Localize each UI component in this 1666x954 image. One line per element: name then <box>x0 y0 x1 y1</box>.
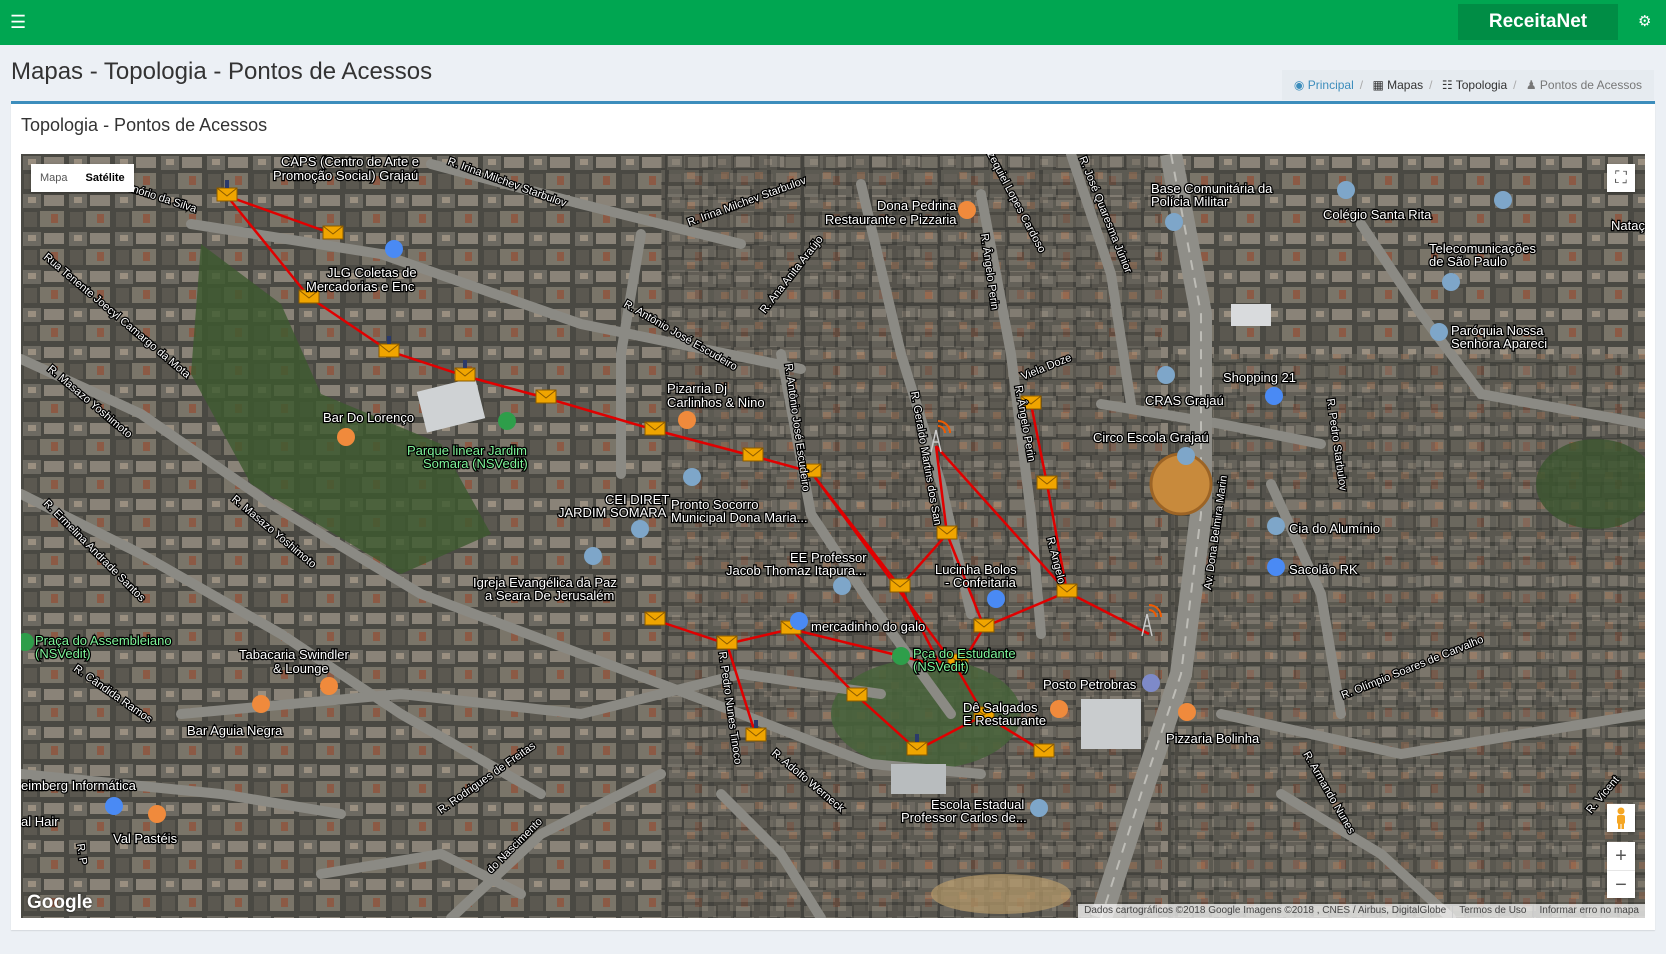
fullscreen-icon[interactable]: ⛶ <box>1607 164 1635 192</box>
breadcrumb-topologia[interactable]: ☷ Topologia <box>1442 78 1507 92</box>
svg-text:Professor Carlos de...: Professor Carlos de... <box>901 810 1027 825</box>
map-type-control: Mapa Satélite <box>31 164 134 192</box>
svg-text:Natação Flo: Natação Flo <box>1611 218 1645 233</box>
svg-text:Dona Pedrina: Dona Pedrina <box>877 198 957 213</box>
svg-text:Municipal Dona Maria...: Municipal Dona Maria... <box>671 510 808 525</box>
svg-text:Shopping 21: Shopping 21 <box>1223 370 1296 385</box>
satellite-map[interactable]: CAPS (Centro de Arte e Promoção Social) … <box>21 154 1645 918</box>
breadcrumb-principal[interactable]: ◉ Principal <box>1294 78 1354 92</box>
svg-text:Sacolão RK: Sacolão RK <box>1289 562 1358 577</box>
svg-text:al Hair: al Hair <box>21 814 59 829</box>
svg-text:Posto Petrobras: Posto Petrobras <box>1043 677 1137 692</box>
pegman-icon[interactable] <box>1607 804 1635 832</box>
svg-text:Promoção Social) Grajaú: Promoção Social) Grajaú <box>273 168 418 183</box>
svg-text:E Restaurante: E Restaurante <box>963 713 1046 728</box>
attribution-text: Dados cartográficos ©2018 Google Imagens… <box>1084 905 1447 916</box>
svg-text:Circo Escola Grajaú: Circo Escola Grajaú <box>1093 430 1209 445</box>
user-icon: ♟ <box>1525 78 1537 92</box>
zoom-out-button[interactable]: − <box>1607 871 1635 899</box>
svg-text:Tabacaria Swindler: Tabacaria Swindler <box>239 647 350 662</box>
svg-text:Mercadorias e Enc: Mercadorias e Enc <box>306 279 415 294</box>
topology-box: Topologia - Pontos de Acessos CAPS (Cent… <box>11 101 1655 930</box>
report-error-link[interactable]: Informar erro no mapa <box>1532 904 1646 918</box>
dashboard-icon: ◉ <box>1293 78 1305 92</box>
svg-text:Carlinhos & Nino: Carlinhos & Nino <box>667 395 765 410</box>
svg-text:de São Paulo: de São Paulo <box>1429 254 1507 269</box>
box-title: Topologia - Pontos de Acessos <box>21 115 268 135</box>
map-type-mapa[interactable]: Mapa <box>31 164 77 192</box>
top-navbar: ☰ ReceitaNet ⚙ <box>0 0 1666 45</box>
breadcrumb-topologia-label: Topologia <box>1455 78 1508 92</box>
svg-text:(NSVedit): (NSVedit) <box>35 646 91 661</box>
breadcrumb-mapas[interactable]: ▦ Mapas <box>1372 78 1423 92</box>
svg-text:CAPS (Centro de Arte e: CAPS (Centro de Arte e <box>281 154 419 169</box>
svg-text:mercadinho do galo: mercadinho do galo <box>811 619 925 634</box>
map-attribution: Dados cartográficos ©2018 Google Imagens… <box>1078 904 1645 918</box>
svg-text:Cia do Alumínio: Cia do Alumínio <box>1289 521 1380 536</box>
svg-text:Colégio Santa Rita: Colégio Santa Rita <box>1323 207 1432 222</box>
svg-text:Jacob Thomaz Itapura...: Jacob Thomaz Itapura... <box>726 563 866 578</box>
svg-text:Restaurante e Pizzaria: Restaurante e Pizzaria <box>825 212 957 227</box>
svg-text:Val Pastéis: Val Pastéis <box>113 831 178 846</box>
map-type-satelite[interactable]: Satélite <box>77 164 134 192</box>
breadcrumb-current-label: Pontos de Acessos <box>1539 78 1642 92</box>
svg-text:Somara (NSVedit): Somara (NSVedit) <box>423 456 528 471</box>
brand-logo[interactable]: ReceitaNet <box>1458 4 1618 40</box>
svg-text:Bar Do Lorenço: Bar Do Lorenço <box>323 410 414 425</box>
svg-text:- Confeitaria: - Confeitaria <box>945 575 1017 590</box>
svg-text:Bar Aguia Negra: Bar Aguia Negra <box>187 723 283 738</box>
breadcrumb: ◉ Principal / ▦ Mapas / ☷ Topologia / ♟ Pon… <box>1281 70 1654 100</box>
svg-text:Senhora Apareci: Senhora Apareci <box>1451 336 1547 351</box>
svg-text:Pizarria Dj: Pizarria Dj <box>667 381 727 396</box>
zoom-in-button[interactable]: + <box>1607 842 1635 871</box>
map-icon: ▦ <box>1372 78 1384 92</box>
svg-text:eimberg Informática: eimberg Informática <box>21 778 137 793</box>
hamburger-icon[interactable]: ☰ <box>10 12 26 32</box>
breadcrumb-mapas-label: Mapas <box>1387 78 1424 92</box>
svg-text:(NSVedit): (NSVedit) <box>913 659 969 674</box>
svg-text:Pizzaria Bolinha: Pizzaria Bolinha <box>1166 731 1260 746</box>
svg-text:a Seara De Jerusalém: a Seara De Jerusalém <box>485 588 614 603</box>
terms-link[interactable]: Termos de Uso <box>1452 904 1532 918</box>
sitemap-icon: ☷ <box>1441 78 1453 92</box>
svg-text:JARDIM SOMARA: JARDIM SOMARA <box>558 505 667 520</box>
breadcrumb-current: ♟ Pontos de Acessos <box>1526 78 1642 92</box>
svg-text:& Lounge: & Lounge <box>273 661 329 676</box>
svg-text:CRAS Grajaú: CRAS Grajaú <box>1145 393 1224 408</box>
gears-icon[interactable]: ⚙ <box>1638 12 1656 32</box>
breadcrumb-principal-label: Principal <box>1307 78 1354 92</box>
zoom-control: + − <box>1607 842 1635 898</box>
map-canvas[interactable]: CAPS (Centro de Arte e Promoção Social) … <box>21 154 1645 918</box>
svg-text:Polícia Militar: Polícia Militar <box>1151 194 1229 209</box>
svg-text:JLG Coletas de: JLG Coletas de <box>327 265 417 280</box>
page-title: Mapas - Topologia - Pontos de Acessos <box>11 58 433 85</box>
google-logo: Google <box>27 892 93 913</box>
